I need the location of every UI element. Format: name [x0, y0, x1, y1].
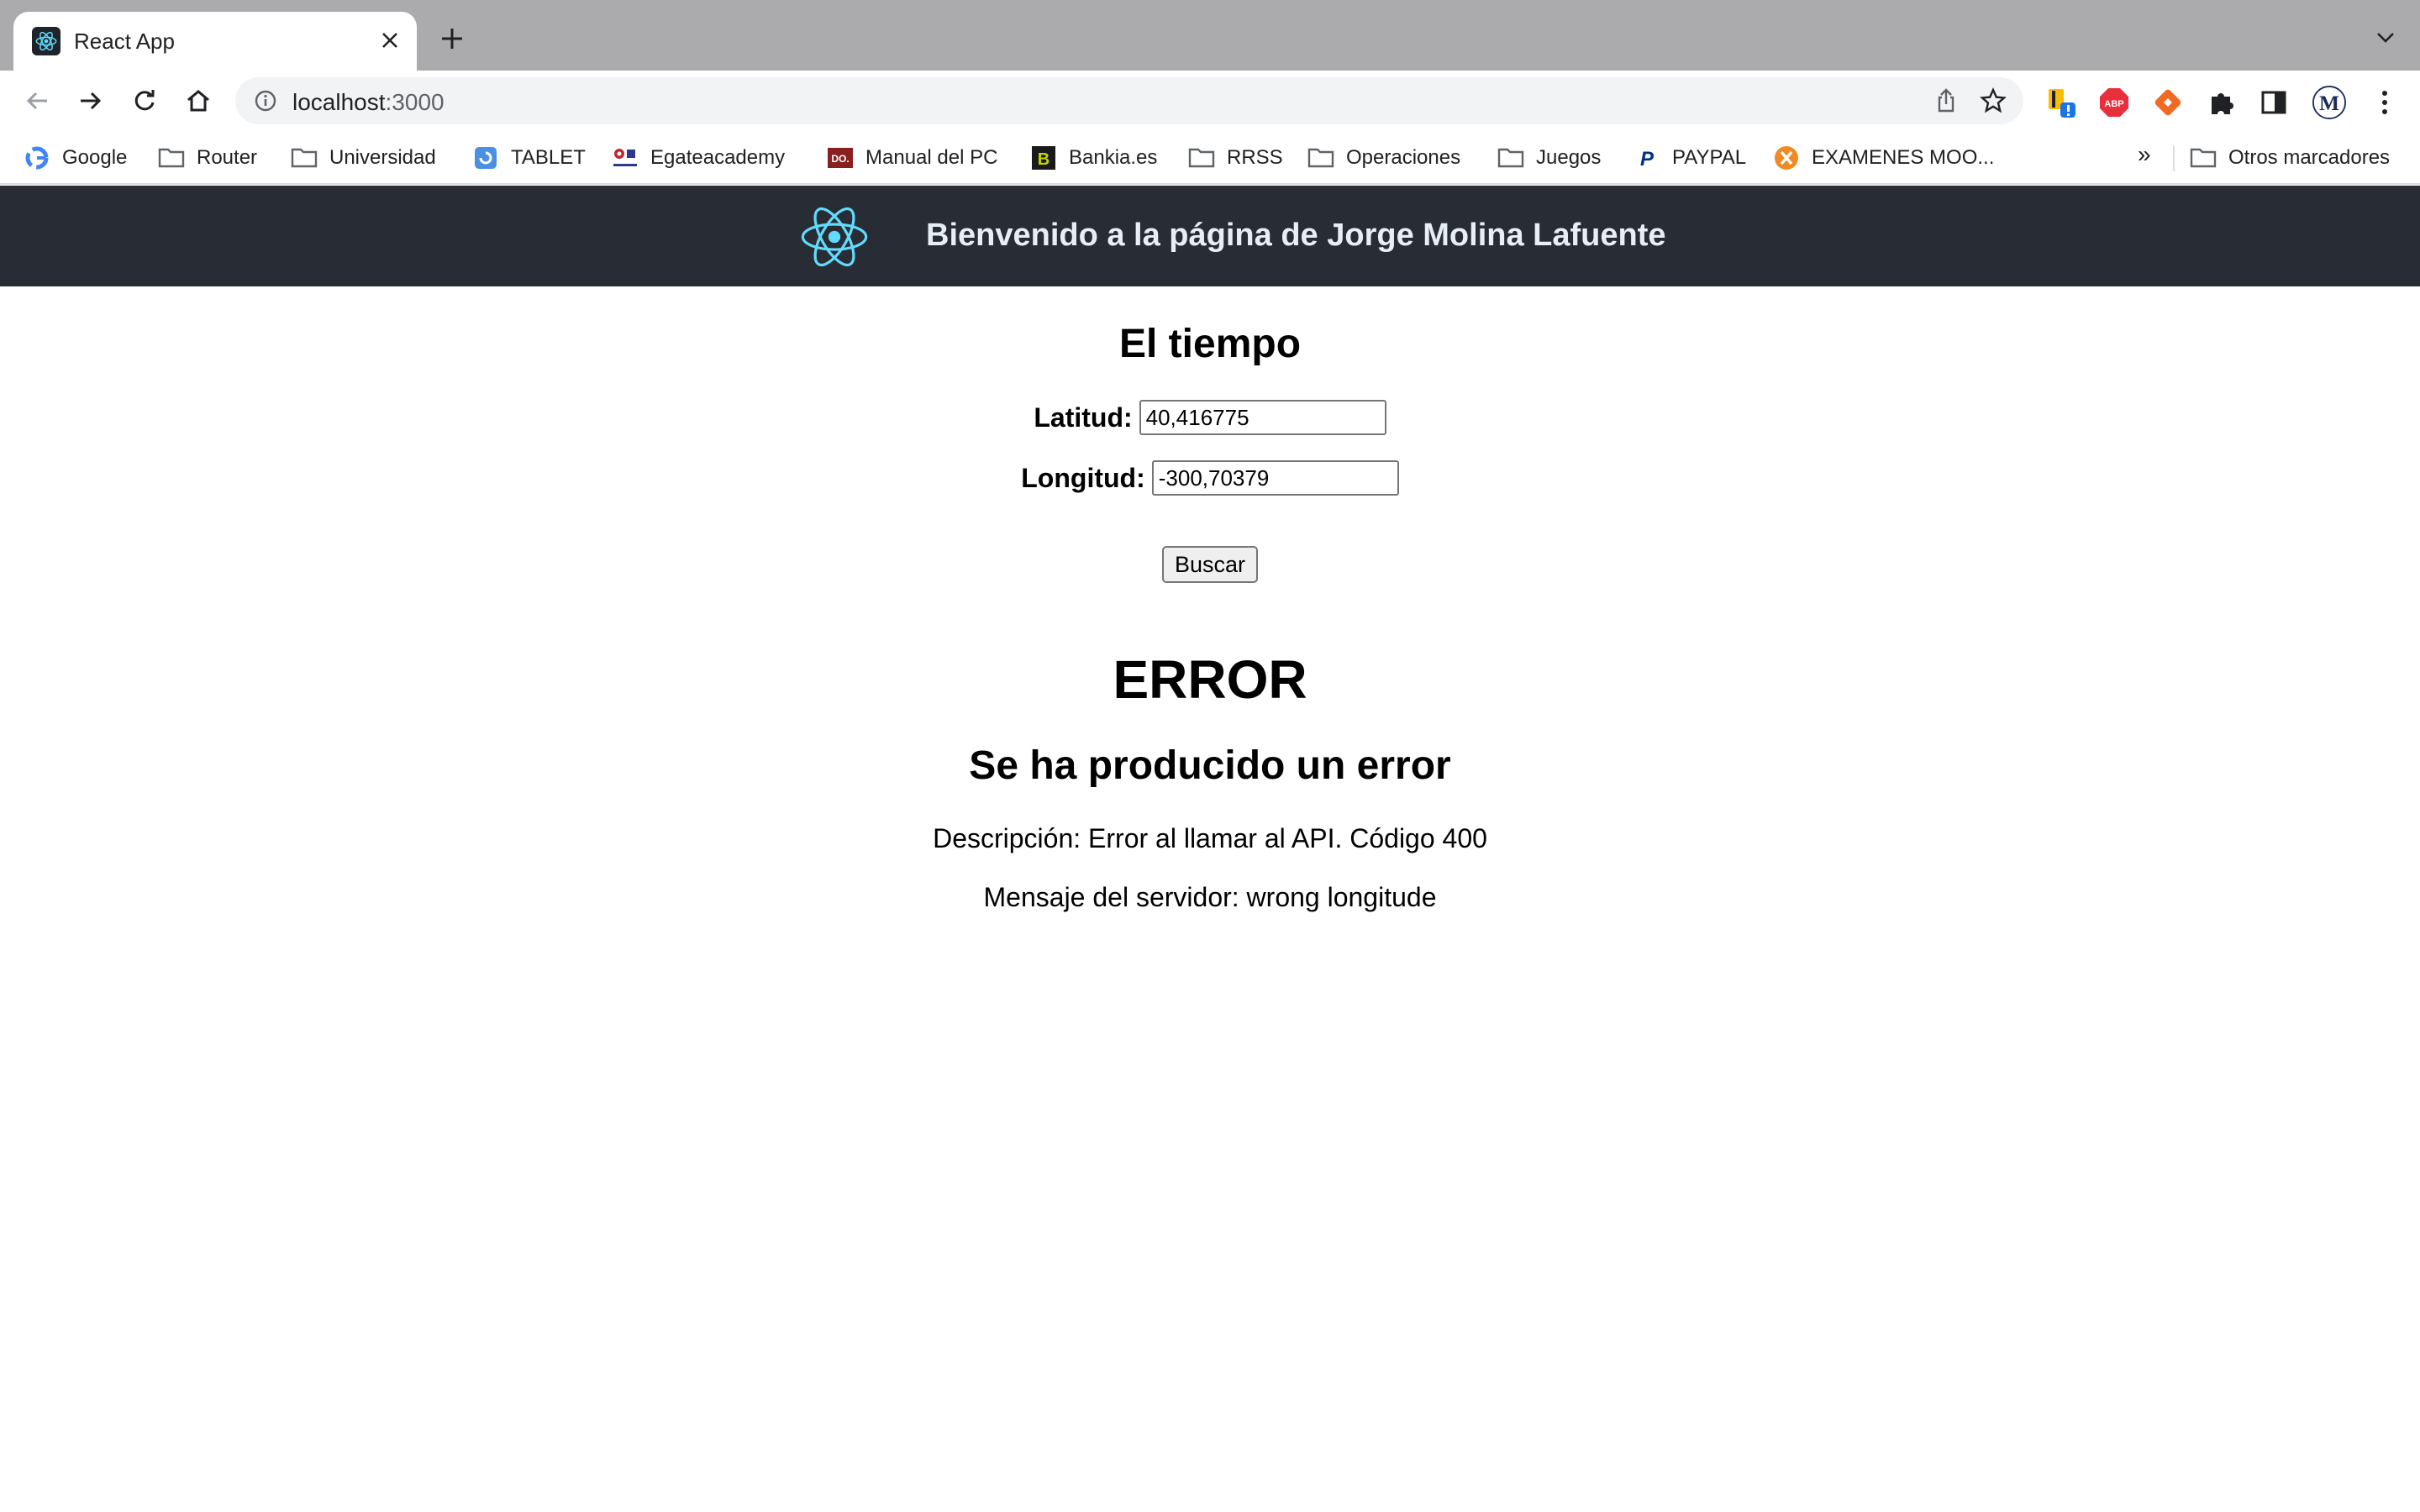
folder-icon — [1307, 144, 1334, 171]
bookmark-label: Juegos — [1536, 146, 1602, 169]
paypal-icon: P — [1634, 144, 1660, 171]
bookmarks-separator — [2173, 146, 2175, 171]
tab-strip: React App — [0, 0, 2420, 71]
side-panel-icon[interactable] — [2257, 86, 2291, 119]
back-arrow-icon[interactable] — [18, 82, 55, 119]
browser-toolbar: localhost:3000 ABP M — [0, 71, 2420, 129]
bookmark-otros-marcadores[interactable]: Otros marcadores — [2190, 141, 2390, 175]
bookmark-label: Bankia.es — [1069, 146, 1158, 169]
bookmark-egateacademy[interactable]: Egateacademy — [612, 141, 785, 175]
bookmark-label: Otros marcadores — [2228, 146, 2391, 169]
bankia-site-icon: B — [1030, 144, 1057, 171]
orange-extension-icon[interactable] — [2151, 86, 2185, 119]
bookmark-router[interactable]: Router — [158, 141, 257, 175]
bookmarks-bar: Google Router Universidad TABLET Egateac… — [0, 129, 2420, 185]
react-favicon-icon — [32, 27, 60, 55]
bookmark-label: Router — [197, 146, 258, 169]
adblock-plus-icon[interactable]: ABP — [2097, 86, 2131, 119]
address-host: localhost — [292, 89, 386, 115]
svg-text:DO.: DO. — [831, 153, 849, 165]
home-icon[interactable] — [180, 82, 217, 119]
longitude-input[interactable] — [1151, 460, 1399, 496]
browser-menu-icon[interactable] — [2368, 86, 2402, 119]
bookmark-paypal[interactable]: P PAYPAL — [1634, 141, 1746, 175]
header-title: Bienvenido a la página de Jorge Molina L… — [926, 218, 1666, 253]
search-button[interactable]: Buscar — [1162, 546, 1258, 583]
site-info-icon[interactable] — [254, 89, 277, 113]
bookmark-manual-del-pc[interactable]: DO. Manual del PC — [827, 141, 997, 175]
longitude-row: Longitud: — [0, 460, 2420, 496]
latitude-input[interactable] — [1139, 400, 1386, 435]
latitude-row: Latitud: — [0, 400, 2420, 435]
address-url: localhost:3000 — [292, 89, 445, 116]
examenes-site-icon — [1773, 144, 1800, 171]
bookmark-google[interactable]: Google — [24, 141, 127, 175]
address-bar[interactable]: localhost:3000 — [235, 77, 2023, 124]
tab-react-app[interactable]: React App — [13, 12, 417, 71]
folder-icon — [1497, 144, 1524, 171]
server-message: Mensaje del servidor: wrong longitude — [983, 882, 1437, 912]
error-subtitle: Se ha producido un error — [969, 743, 1451, 788]
react-logo-icon — [798, 201, 871, 273]
notes-extension-icon[interactable] — [2045, 86, 2079, 119]
error-title: ERROR — [1113, 649, 1307, 710]
extensions-puzzle-icon[interactable] — [2205, 86, 2238, 119]
svg-text:P: P — [1640, 148, 1655, 171]
new-tab-icon[interactable] — [435, 22, 469, 55]
bookmark-label: Operaciones — [1346, 146, 1461, 169]
reload-icon[interactable] — [126, 82, 163, 119]
bookmark-label: Google — [62, 146, 128, 169]
folder-icon — [291, 144, 318, 171]
folder-icon — [158, 144, 185, 171]
bookmark-star-icon[interactable] — [1980, 87, 2007, 114]
address-port: :3000 — [385, 89, 445, 115]
page-title: El tiempo — [1118, 322, 1302, 366]
svg-text:B: B — [1038, 150, 1050, 169]
avatar-letter: M — [2319, 91, 2339, 115]
bookmark-label: Egateacademy — [650, 146, 786, 169]
app-header: Bienvenido a la página de Jorge Molina L… — [0, 186, 2420, 286]
bookmark-rrss[interactable]: RRSS — [1188, 141, 1283, 175]
tab-search-chevron-icon[interactable] — [2373, 25, 2398, 50]
longitude-label: Longitud: — [1021, 462, 1145, 493]
bookmark-label: EXAMENES MOO... — [1812, 146, 1995, 169]
bookmark-label: PAYPAL — [1672, 146, 1747, 169]
bookmark-label: RRSS — [1227, 146, 1283, 169]
bookmark-bankia[interactable]: B Bankia.es — [1030, 141, 1157, 175]
more-bookmarks-chevron[interactable]: » — [2138, 141, 2151, 168]
bookmark-label: TABLET — [511, 146, 586, 169]
tablet-site-icon — [472, 144, 499, 171]
share-icon[interactable] — [1933, 87, 1960, 114]
bookmark-tablet[interactable]: TABLET — [472, 141, 586, 175]
egateacademy-site-icon — [612, 144, 639, 171]
abp-label: ABP — [2104, 99, 2123, 109]
error-description: Descripción: Error al llamar al API. Cód… — [933, 823, 1487, 853]
bookmark-examenes[interactable]: EXAMENES MOO... — [1773, 141, 1994, 175]
bookmark-operaciones[interactable]: Operaciones — [1307, 141, 1460, 175]
tab-close-icon[interactable] — [375, 25, 405, 55]
bookmark-label: Universidad — [329, 146, 436, 169]
manual-pc-site-icon: DO. — [827, 144, 854, 171]
google-icon — [24, 144, 50, 171]
bookmark-universidad[interactable]: Universidad — [291, 141, 436, 175]
forward-arrow-icon[interactable] — [72, 82, 109, 119]
profile-avatar-icon[interactable]: M — [2312, 86, 2346, 119]
latitude-label: Latitud: — [1034, 402, 1133, 433]
bookmark-label: Manual del PC — [865, 146, 998, 169]
bookmark-juegos[interactable]: Juegos — [1497, 141, 1601, 175]
folder-icon — [2190, 144, 2217, 171]
folder-icon — [1188, 144, 1215, 171]
tab-title: React App — [74, 29, 175, 54]
